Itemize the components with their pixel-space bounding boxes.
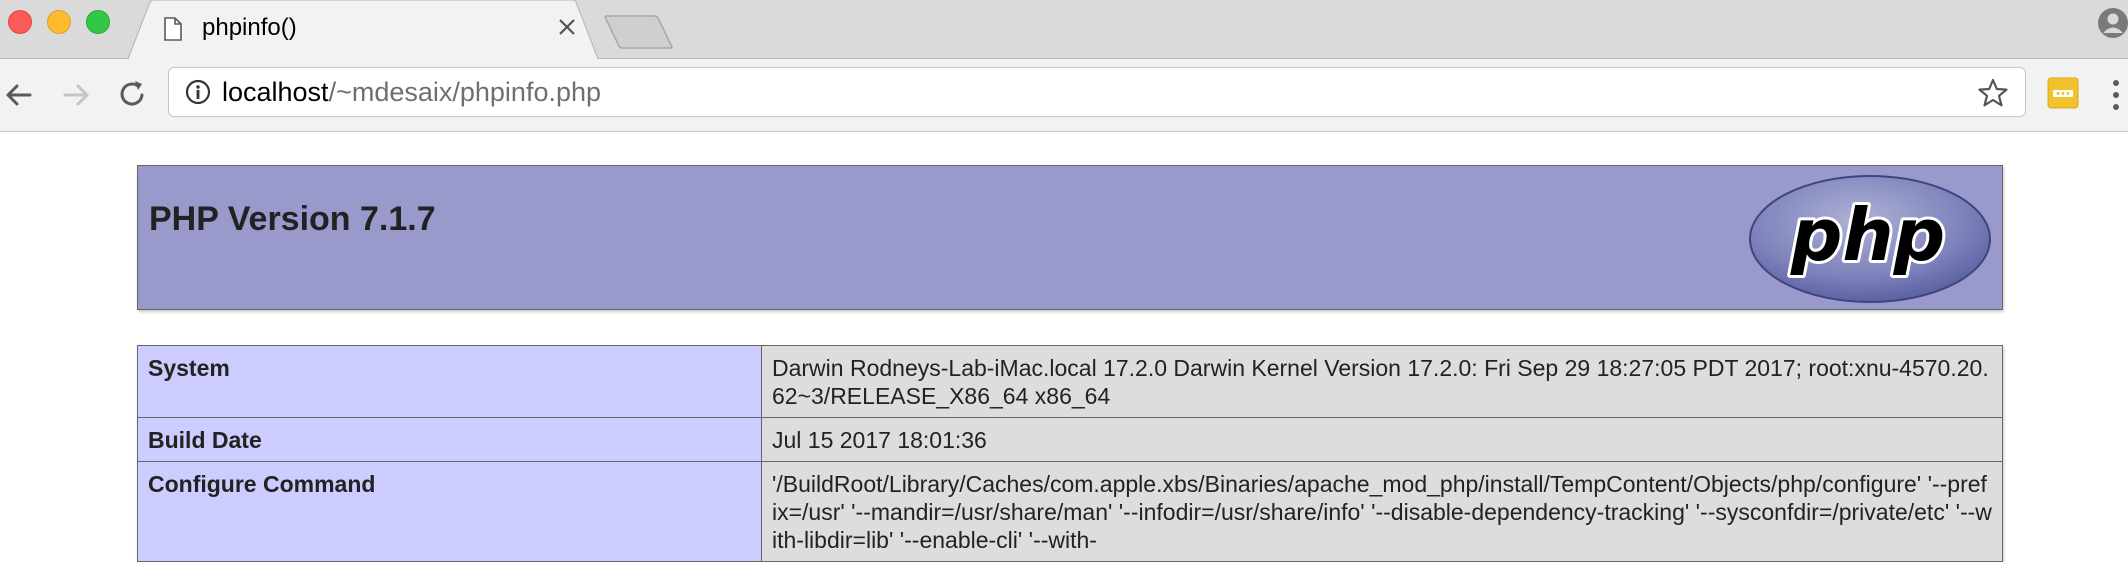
row-value-build-date: Jul 15 2017 18:01:36 (761, 417, 2003, 462)
url-host: localhost (222, 77, 329, 107)
php-logo: php php (1749, 175, 1991, 303)
tab-phpinfo[interactable]: phpinfo() (128, 0, 598, 59)
browser-toolbar: localhost/~mdesaix/phpinfo.php (0, 59, 2128, 132)
table-row: System Darwin Rodneys-Lab-iMac.local 17.… (137, 345, 2003, 418)
info-table: System Darwin Rodneys-Lab-iMac.local 17.… (137, 345, 2003, 562)
table-row: Configure Command '/BuildRoot/Library/Ca… (137, 461, 2003, 562)
minimize-window-button[interactable] (47, 10, 71, 34)
address-bar[interactable]: localhost/~mdesaix/phpinfo.php (168, 67, 2026, 117)
zoom-window-button[interactable] (86, 10, 110, 34)
page-title: PHP Version 7.1.7 (149, 200, 436, 238)
profile-icon[interactable] (2098, 8, 2128, 43)
row-value-system: Darwin Rodneys-Lab-iMac.local 17.2.0 Dar… (761, 345, 2003, 418)
url-text: localhost/~mdesaix/phpinfo.php (222, 77, 601, 108)
page-icon (163, 17, 183, 46)
close-icon[interactable] (556, 16, 578, 43)
extension-icon[interactable] (2047, 77, 2079, 114)
tab-bar: phpinfo() (0, 0, 2128, 59)
svg-text:php: php (1790, 193, 1945, 277)
close-window-button[interactable] (8, 10, 32, 34)
forward-arrow-icon[interactable] (57, 75, 97, 115)
table-row: Build Date Jul 15 2017 18:01:36 (137, 417, 2003, 462)
tab-title: phpinfo() (202, 14, 297, 41)
back-arrow-icon[interactable] (0, 75, 40, 115)
reload-icon[interactable] (113, 75, 153, 115)
info-icon[interactable] (185, 79, 211, 110)
php-header: PHP Version 7.1.7 php php (137, 165, 2003, 310)
row-key-build-date: Build Date (137, 417, 762, 462)
new-tab-button[interactable] (604, 15, 674, 54)
url-path: /~mdesaix/phpinfo.php (328, 77, 602, 107)
row-key-configure-command: Configure Command (137, 461, 762, 562)
row-key-system: System (137, 345, 762, 418)
menu-icon[interactable] (2110, 75, 2122, 120)
star-icon[interactable] (1977, 77, 2009, 114)
row-value-configure-command: '/BuildRoot/Library/Caches/com.apple.xbs… (761, 461, 2003, 562)
